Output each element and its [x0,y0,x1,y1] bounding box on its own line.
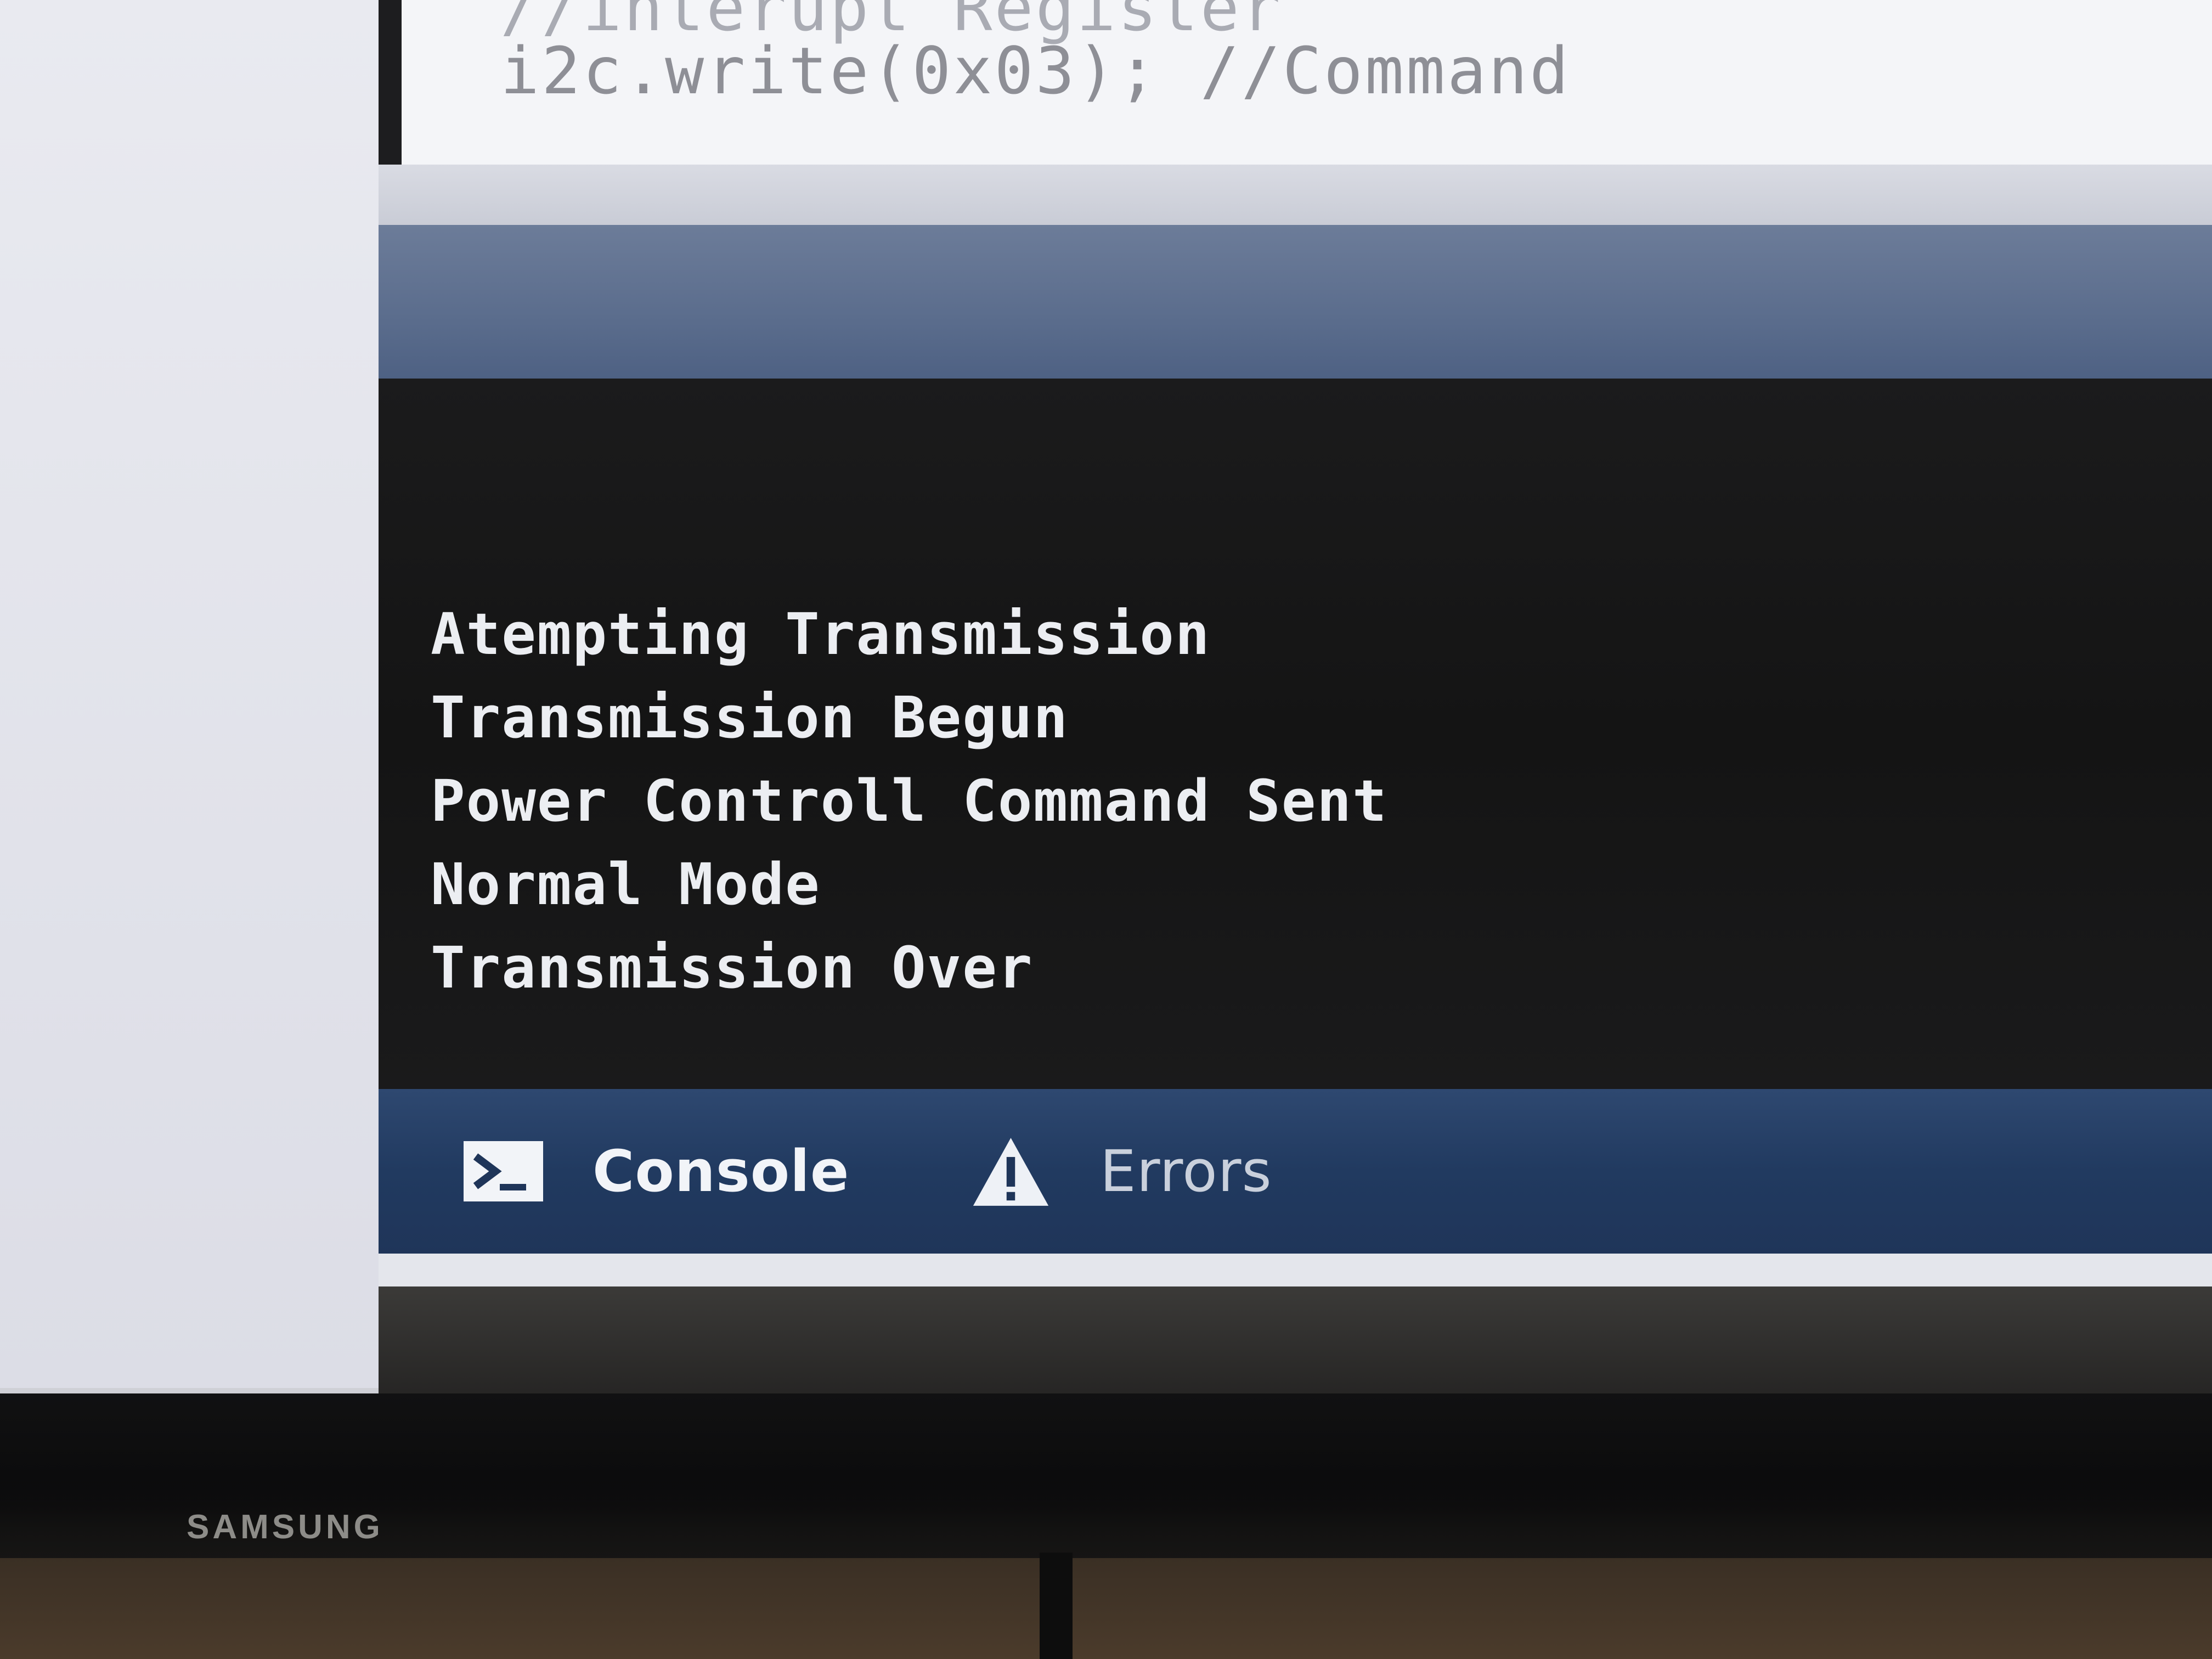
console-output-panel[interactable]: Atempting Transmission Transmission Begu… [379,379,2212,1092]
console-output-list: Atempting Transmission Transmission Begu… [431,592,1388,1009]
panel-splitter[interactable] [379,165,2212,225]
console-line: Power Controll Command Sent [431,768,1388,834]
editor-left-gutter [0,0,379,1388]
bottom-tab-bar: Console Errors [379,1089,2212,1254]
warning-triangle-icon [971,1137,1051,1206]
code-editor[interactable]: //interupt Register i2c.write(0x03); //C… [402,0,2212,165]
monitor-brand-logo: SAMSUNG [187,1508,383,1546]
gutter-divider [379,0,402,165]
console-header-band [379,225,2212,379]
console-line: Normal Mode [431,851,821,918]
monitor-stand [1040,1553,1073,1659]
tab-errors[interactable]: Errors [971,1127,1272,1215]
console-line: Atempting Transmission [431,601,1211,668]
gutter-bottom [0,1388,379,1393]
tab-console[interactable]: Console [464,1127,849,1215]
photo-scene: //interupt Register i2c.write(0x03); //C… [0,0,2212,1659]
console-line: Transmission Begun [431,684,1069,751]
desk-surface [0,1558,2212,1659]
terminal-prompt-icon [464,1138,543,1204]
status-strip [379,1254,2212,1286]
monitor-screen: //interupt Register i2c.write(0x03); //C… [0,0,2212,1393]
taskbar-area [379,1286,2212,1393]
tab-errors-label: Errors [1100,1138,1272,1205]
tab-console-label: Console [592,1138,850,1205]
code-line-write: i2c.write(0x03); //Command [500,33,1571,109]
console-line: Transmission Over [431,934,1034,1001]
